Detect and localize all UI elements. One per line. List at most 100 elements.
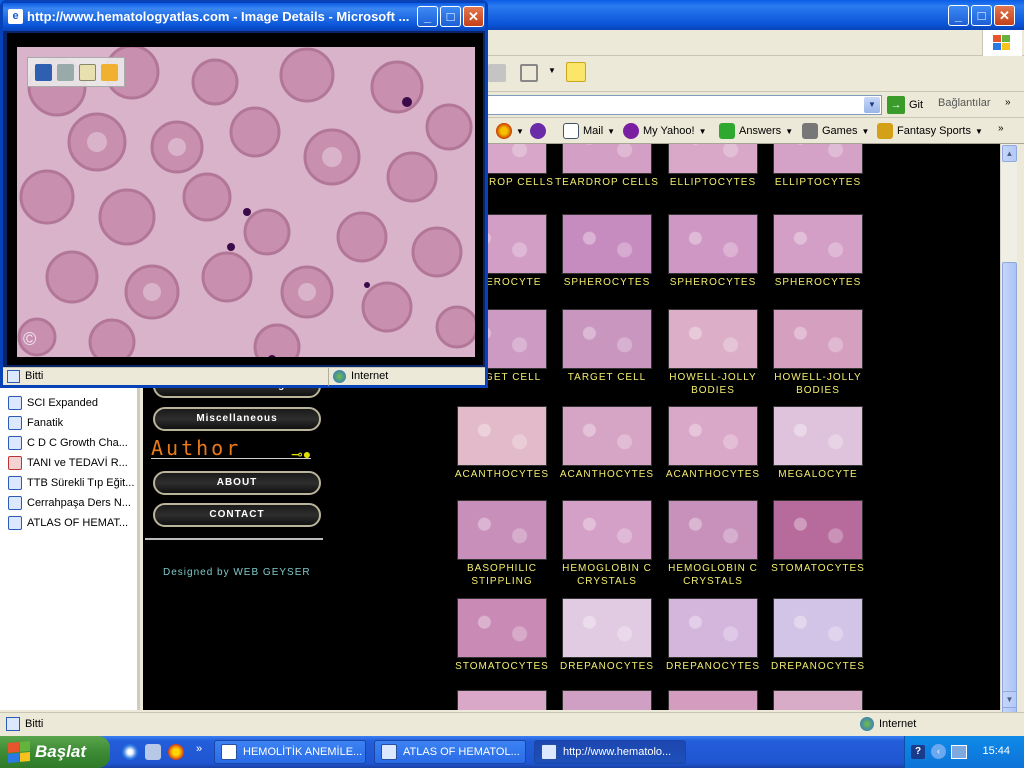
popup-maximize-button[interactable]: □ (440, 6, 461, 27)
gallery-caption[interactable]: HOWELL-JOLLY BODIES (660, 371, 766, 397)
popup-titlebar[interactable]: e http://www.hematologyatlas.com - Image… (3, 3, 485, 31)
games-button[interactable]: Games ▼ (802, 122, 869, 140)
gallery-thumbnail[interactable] (668, 690, 758, 710)
gallery-thumbnail[interactable] (668, 309, 758, 369)
edit-icon[interactable] (520, 64, 538, 82)
help-icon[interactable]: ? (911, 745, 925, 759)
address-input[interactable]: ▼ (470, 95, 882, 115)
favorite-item[interactable]: Fanatik (8, 414, 63, 432)
about-button[interactable]: ABOUT (153, 471, 321, 495)
gallery-caption[interactable]: DREPANOCYTES (765, 660, 871, 673)
gallery-thumbnail[interactable] (668, 598, 758, 658)
start-button[interactable]: Başlat (0, 736, 110, 768)
gallery-thumbnail[interactable] (562, 144, 652, 174)
favorite-item[interactable]: TANI ve TEDAVİ R... (8, 454, 128, 472)
favorite-item[interactable]: Cerrahpaşa Ders N... (8, 494, 131, 512)
gallery-caption[interactable]: HOWELL-JOLLY BODIES (765, 371, 871, 397)
gallery-thumbnail[interactable] (457, 690, 547, 710)
miscellaneous-button[interactable]: Miscellaneous (153, 407, 321, 431)
gallery-thumbnail[interactable] (773, 406, 863, 466)
gallery-caption[interactable]: SPHEROCYTES (554, 276, 660, 289)
gallery-caption[interactable]: MEGALOCYTE (765, 468, 871, 481)
minimize-button[interactable]: _ (948, 5, 969, 26)
gallery-thumbnail[interactable] (562, 406, 652, 466)
gallery-thumbnail[interactable] (773, 598, 863, 658)
gallery-caption[interactable]: BASOPHILIC STIPPLING (449, 562, 555, 588)
gallery-caption[interactable]: STOMATOCYTES (449, 660, 555, 673)
notes-icon[interactable] (566, 62, 586, 82)
gallery-thumbnail[interactable] (562, 598, 652, 658)
gallery-thumbnail[interactable] (668, 406, 758, 466)
gallery-thumbnail[interactable] (562, 214, 652, 274)
designer-credit[interactable]: Designed by WEB GEYSER (163, 567, 311, 578)
gallery-thumbnail[interactable] (562, 500, 652, 560)
gallery-caption[interactable]: ELLIPTOCYTES (765, 176, 871, 189)
page-scrollbar[interactable]: ▲ ▼ (1000, 144, 1017, 717)
gallery-caption[interactable]: DREPANOCYTES (554, 660, 660, 673)
gallery-caption[interactable]: SPHEROCYTES (765, 276, 871, 289)
gallery-caption[interactable]: DREPANOCYTES (660, 660, 766, 673)
gallery-thumbnail[interactable] (773, 500, 863, 560)
print-icon[interactable] (488, 64, 506, 82)
favorite-item[interactable]: C D C Growth Cha... (8, 434, 128, 452)
gallery-caption[interactable]: HEMOGLOBIN C CRYSTALS (554, 562, 660, 588)
mail-button[interactable]: Mail ▼ (563, 122, 615, 140)
gallery-thumbnail[interactable] (773, 144, 863, 174)
scroll-up-icon[interactable]: ▲ (1002, 145, 1017, 162)
gallery-thumbnail[interactable] (562, 690, 652, 710)
clock[interactable]: 15:44 (982, 745, 1010, 757)
ie-quicklaunch-icon[interactable] (122, 744, 138, 760)
my-yahoo-button[interactable]: My Yahoo! ▼ (623, 122, 707, 140)
maximize-button[interactable]: □ (971, 5, 992, 26)
scrollbar-thumb[interactable] (1002, 262, 1017, 717)
gallery-caption[interactable]: STOMATOCYTES (765, 562, 871, 575)
dropdown-caret-icon[interactable]: ▼ (548, 66, 556, 75)
go-button[interactable]: → Git (887, 96, 923, 114)
gallery-thumbnail[interactable] (668, 500, 758, 560)
gallery-thumbnail[interactable] (668, 214, 758, 274)
contact-button[interactable]: CONTACT (153, 503, 321, 527)
taskbar-item[interactable]: http://www.hematolo... (534, 740, 686, 764)
my-pictures-icon[interactable] (100, 63, 118, 81)
address-dropdown-icon[interactable]: ▼ (864, 97, 880, 113)
gallery-caption[interactable]: ACANTHOCYTES (554, 468, 660, 481)
favorite-item[interactable]: SCI Expanded (8, 394, 98, 412)
links-label[interactable]: Bağlantılar (938, 97, 991, 109)
taskbar-item[interactable]: HEMOLİTİK ANEMİLE... (214, 740, 366, 764)
gallery-thumbnail[interactable] (668, 144, 758, 174)
gallery-thumbnail[interactable] (773, 690, 863, 710)
gallery-thumbnail[interactable] (457, 500, 547, 560)
print-icon[interactable] (56, 63, 74, 81)
favorite-item[interactable]: ATLAS OF HEMAT... (8, 514, 128, 532)
popup-close-button[interactable]: ✕ (463, 6, 484, 27)
gallery-caption[interactable]: ELLIPTOCYTES (660, 176, 766, 189)
gallery-thumbnail[interactable] (773, 309, 863, 369)
media-player-icon[interactable] (168, 744, 184, 760)
save-icon[interactable] (34, 63, 52, 81)
gallery-caption[interactable]: TEARDROP CELLS (554, 176, 660, 189)
network-icon[interactable] (951, 745, 967, 759)
gallery-thumbnail[interactable] (457, 598, 547, 658)
gallery-thumbnail[interactable] (773, 214, 863, 274)
show-desktop-icon[interactable] (145, 744, 161, 760)
gallery-thumbnail[interactable] (457, 406, 547, 466)
quicklaunch-chevron-icon[interactable]: » (196, 743, 202, 755)
gallery-thumbnail[interactable] (562, 309, 652, 369)
email-icon[interactable] (78, 63, 96, 81)
answers-button[interactable]: Answers ▼ (719, 122, 793, 140)
popup-minimize-button[interactable]: _ (417, 6, 438, 27)
gallery-caption[interactable]: SPHEROCYTES (660, 276, 766, 289)
favorite-item[interactable]: TTB Sürekli Tıp Eğit... (8, 474, 134, 492)
fantasy-sports-button[interactable]: Fantasy Sports ▼ (877, 122, 983, 140)
gallery-caption[interactable]: ACANTHOCYTES (449, 468, 555, 481)
gallery-caption[interactable]: HEMOGLOBIN C CRYSTALS (660, 562, 766, 588)
yahoo-target-icon[interactable]: ▼ (496, 122, 524, 140)
links-chevron-icon[interactable]: » (1005, 97, 1011, 108)
taskbar-item[interactable]: ATLAS OF HEMATOL... (374, 740, 526, 764)
close-button[interactable]: ✕ (994, 5, 1015, 26)
gallery-caption[interactable]: ACANTHOCYTES (660, 468, 766, 481)
gallery-caption[interactable]: TARGET CELL (554, 371, 660, 384)
scroll-down-icon[interactable]: ▼ (1002, 691, 1017, 708)
tray-chevron-icon[interactable]: ‹ (931, 744, 946, 759)
yahoo-chevron-icon[interactable]: » (998, 123, 1004, 134)
